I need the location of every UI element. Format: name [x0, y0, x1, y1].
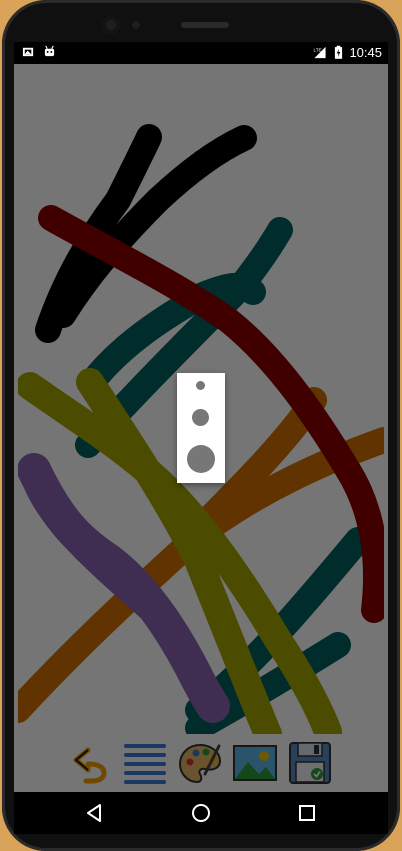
brush-size-small[interactable] — [196, 381, 205, 390]
network-type-label: LTE — [314, 48, 322, 53]
photo-notification-icon — [22, 47, 34, 57]
clock: 10:45 — [349, 45, 382, 60]
brush-size-medium[interactable] — [192, 409, 209, 426]
earpiece-speaker — [181, 22, 229, 28]
brush-size-menu — [177, 373, 225, 483]
battery-charging-icon — [335, 45, 343, 59]
android-nav-bar — [14, 792, 388, 834]
status-bar: LTE 10:45 — [14, 42, 388, 64]
brush-size-large[interactable] — [187, 445, 215, 473]
recents-icon[interactable] — [296, 802, 318, 824]
home-icon[interactable] — [190, 802, 212, 824]
proximity-sensor — [132, 21, 140, 29]
lte-signal-icon: LTE — [314, 46, 327, 59]
android-notification-icon — [44, 45, 55, 57]
app-screen — [14, 64, 388, 792]
back-icon[interactable] — [84, 802, 106, 824]
front-camera — [102, 16, 120, 34]
